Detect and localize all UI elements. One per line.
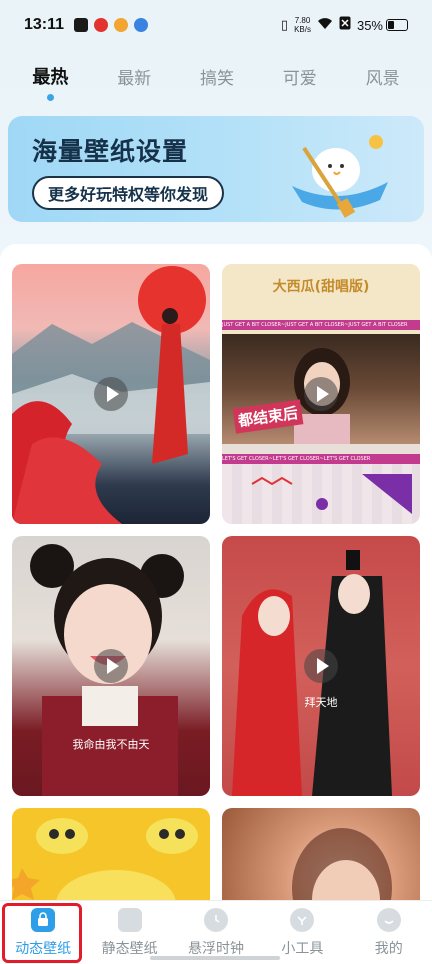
category-tabs: 最热 最新 搞笑 可爱 风景 bbox=[0, 56, 432, 101]
battery-icon bbox=[386, 19, 408, 31]
tab-label: 搞笑 bbox=[199, 68, 234, 89]
tile-caption: 我命由我不由天 bbox=[72, 738, 150, 751]
nav-dynamic-wallpaper[interactable]: 动态壁纸 bbox=[0, 901, 86, 964]
tile-caption: 拜天地 bbox=[304, 696, 338, 709]
wifi-icon bbox=[317, 17, 333, 34]
lock-icon bbox=[31, 907, 56, 932]
vibrate-icon: ▯ bbox=[280, 17, 289, 33]
wallpaper-tile[interactable] bbox=[12, 264, 210, 524]
network-speed-unit: KB/s bbox=[294, 25, 311, 34]
play-icon bbox=[94, 377, 128, 411]
wallpaper-tile[interactable]: 拜天地 bbox=[222, 536, 420, 796]
tab-label: 可爱 bbox=[282, 68, 317, 89]
tile-marquee-text: JUST GET A BIT CLOSER~JUST GET A BIT CLO… bbox=[222, 320, 420, 330]
tab-label: 风景 bbox=[365, 68, 400, 89]
no-sim-icon bbox=[339, 16, 351, 34]
battery-percent: 35% bbox=[356, 17, 383, 33]
tile-marquee-text-2: LET'S GET CLOSER~LET'S GET CLOSER~LET'S … bbox=[222, 454, 420, 464]
image-icon bbox=[117, 907, 142, 932]
app-notification-icon bbox=[74, 18, 89, 32]
nav-tools[interactable]: 小工具 bbox=[259, 901, 345, 964]
nav-profile[interactable]: 我的 bbox=[346, 901, 432, 964]
banner-title: 海量壁纸设置 bbox=[32, 137, 189, 166]
nav-label: 动态壁纸 bbox=[15, 940, 72, 957]
wallpaper-tile[interactable]: 大西瓜(甜唱版) JUST GET A BIT CLOSER~JUST GET … bbox=[222, 264, 420, 524]
home-indicator[interactable] bbox=[150, 956, 280, 960]
play-icon bbox=[304, 377, 338, 411]
mascot-pattern bbox=[12, 818, 198, 904]
smile-icon bbox=[376, 907, 401, 932]
tab-scenery[interactable]: 风景 bbox=[360, 60, 406, 93]
tab-hot[interactable]: 最热 bbox=[26, 59, 74, 101]
tab-funny[interactable]: 搞笑 bbox=[194, 60, 240, 93]
nav-label: 小工具 bbox=[281, 940, 324, 957]
portrait-glow bbox=[292, 828, 392, 904]
tab-newest[interactable]: 最新 bbox=[111, 60, 157, 93]
tile-footer-pattern bbox=[222, 464, 420, 524]
weibo-alt-icon bbox=[114, 18, 129, 32]
status-bar: 13:11 ▯ 7.80 KB/s 35% bbox=[0, 0, 432, 50]
pattern-shapes bbox=[251, 474, 412, 514]
nav-label: 静态壁纸 bbox=[101, 940, 158, 957]
status-right: ▯ 7.80 KB/s 35% bbox=[281, 16, 408, 34]
status-left: 13:11 bbox=[24, 16, 149, 34]
tab-label: 最新 bbox=[117, 68, 152, 89]
sync-icon bbox=[134, 18, 149, 32]
network-speed-value: 7.80 bbox=[294, 16, 311, 25]
tab-label: 最热 bbox=[32, 67, 69, 88]
wallpaper-tile[interactable] bbox=[222, 808, 420, 904]
banner-button[interactable]: 更多好玩特权等你发现 bbox=[32, 176, 225, 210]
play-icon bbox=[94, 649, 128, 683]
mascot-boat-illustration bbox=[292, 135, 388, 218]
clock-icon bbox=[203, 907, 228, 932]
active-tab-indicator bbox=[46, 94, 54, 101]
nav-label: 悬浮时钟 bbox=[187, 940, 244, 957]
bottom-navigation: 动态壁纸 静态壁纸 悬浮时钟 小工具 我的 bbox=[0, 900, 432, 964]
wallpaper-tile[interactable]: 我命由我不由天 bbox=[12, 536, 210, 796]
promo-banner[interactable]: 海量壁纸设置 更多好玩特权等你发现 bbox=[8, 116, 424, 222]
nav-floating-clock[interactable]: 悬浮时钟 bbox=[173, 901, 259, 964]
nav-label: 我的 bbox=[374, 940, 403, 957]
battery: 35% bbox=[357, 18, 408, 33]
status-time: 13:11 bbox=[24, 16, 65, 33]
tool-icon bbox=[290, 907, 315, 932]
tab-cute[interactable]: 可爱 bbox=[277, 60, 323, 93]
weibo-icon bbox=[94, 18, 109, 32]
wallpaper-grid: 大西瓜(甜唱版) JUST GET A BIT CLOSER~JUST GET … bbox=[0, 244, 432, 904]
wallpaper-tile[interactable] bbox=[12, 808, 210, 904]
play-icon bbox=[304, 649, 338, 683]
nav-static-wallpaper[interactable]: 静态壁纸 bbox=[87, 901, 173, 964]
network-speed: 7.80 KB/s bbox=[294, 16, 311, 34]
